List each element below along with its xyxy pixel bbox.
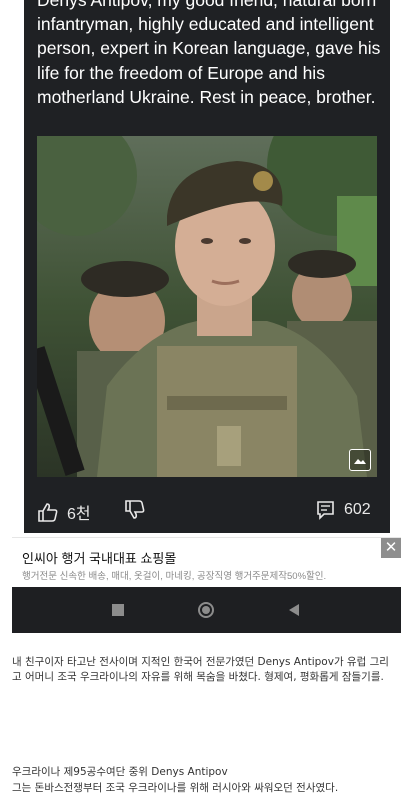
comment-icon [317,501,334,520]
soldier-photo[interactable] [37,136,377,477]
image-icon[interactable] [349,449,371,471]
post-actions: 6천 602 [24,488,390,528]
caption-paragraph-1: 내 친구이자 타고난 전사이며 지적인 한국어 전문가였던 Denys Anti… [12,656,389,683]
ad-subtitle: 행거전문 신속한 배송, 매대, 옷걸이, 마네킹, 공장직영 행거주문제작50… [22,571,327,582]
post-card: Denys Antipov, my good friend, natural b… [24,0,390,533]
ad-title: 인씨아 행거 국내대표 쇼핑몰 [22,551,177,566]
back-triangle-icon [289,604,299,616]
thumbs-up-icon [38,503,58,522]
dislike-button[interactable] [124,500,146,520]
post-text: Denys Antipov, my good friend, natural b… [37,0,381,107]
like-count: 6천 [67,506,91,523]
comment-count: 602 [344,501,371,518]
circle-icon [198,602,214,618]
square-icon [112,604,124,616]
photo-illustration [37,136,377,477]
thumbs-down-icon [125,500,145,519]
caption-line-2: 그는 돈바스전쟁부터 조국 우크라이나를 위해 러시아와 싸워오던 전사였다. [12,782,339,794]
android-nav-bar [12,587,401,633]
comments-button[interactable]: 602 [316,500,371,520]
home-button[interactable] [176,587,236,633]
caption-line-1: 우크라이나 제95공수여단 중위 Denys Antipov [12,766,228,778]
ad-close-button[interactable]: ✕ [381,538,401,558]
back-button[interactable] [264,587,324,633]
recents-button[interactable] [88,587,148,633]
ad-banner[interactable]: 인씨아 행거 국내대표 쇼핑몰 행거전문 신속한 배송, 매대, 옷걸이, 마네… [12,537,401,586]
like-button[interactable]: 6천 [37,500,91,524]
